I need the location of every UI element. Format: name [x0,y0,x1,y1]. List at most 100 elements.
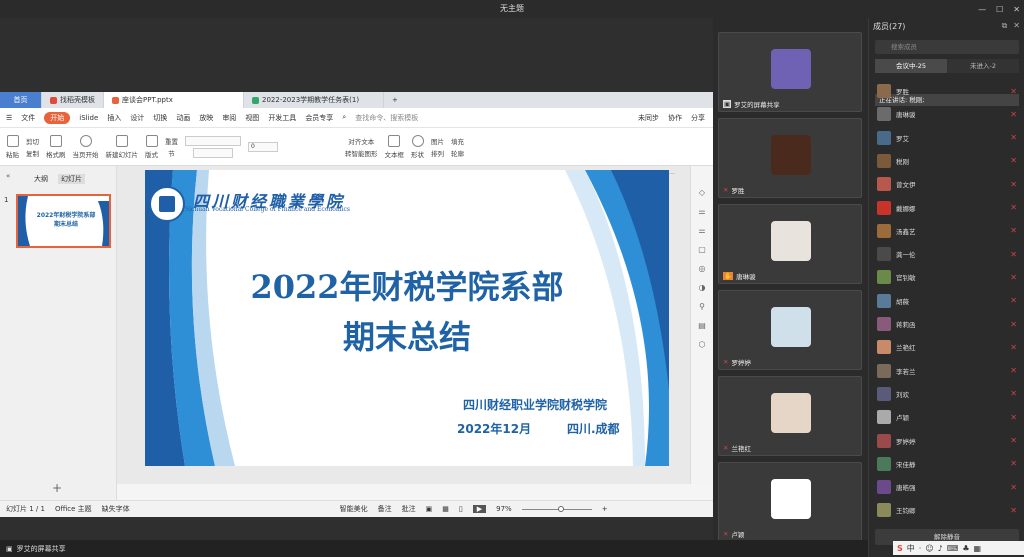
command-search[interactable]: 查找命令、搜索模板 [355,113,418,123]
new-slide-button[interactable]: 新建幻灯片 [106,134,138,159]
menu-insert[interactable]: 插入 [107,113,121,123]
menu-review[interactable]: 审阅 [222,113,236,123]
tab-home[interactable]: 首页 [0,92,42,108]
member-row[interactable]: 蒋莉函 ✕ [877,315,1017,333]
mic-icon[interactable]: ♪ [938,544,943,553]
tool-icon-2[interactable]: ⚌ [698,207,705,216]
zoom-slider[interactable] [521,505,592,512]
beautify-button[interactable]: 智能美化 [340,504,368,514]
member-row[interactable]: 宋佳静 ✕ [877,455,1017,473]
menu-slideshow[interactable]: 放映 [199,113,213,123]
video-tile[interactable]: ▣ 罗艾的屏幕共享 [718,32,862,112]
menu-design[interactable]: 设计 [130,113,144,123]
font-size-input[interactable]: 0 [248,141,278,152]
member-row[interactable]: 李若兰 ✕ [877,362,1017,380]
reset-button[interactable]: 重置节 [165,136,178,158]
mic-muted-icon[interactable]: ✕ [1010,320,1017,329]
mic-muted-icon[interactable]: ✕ [1010,483,1017,492]
font-selector[interactable] [185,135,241,158]
collaborate-button[interactable]: 协作 [668,113,682,123]
mic-muted-icon[interactable]: ✕ [1010,366,1017,375]
tab-in-meeting[interactable]: 会议中-25 [875,59,947,73]
mic-muted-icon[interactable]: ✕ [1010,273,1017,282]
member-row[interactable]: 罗胜 ✕ [877,82,1017,100]
menu-file[interactable]: 文件 [21,113,35,123]
smile-icon[interactable]: ☺ [925,544,933,553]
shape-button[interactable]: 形状 [411,134,424,159]
mic-muted-icon[interactable]: ✕ [1010,296,1017,305]
mic-muted-icon[interactable]: ✕ [1010,133,1017,142]
member-row[interactable]: 罗婷婷 ✕ [877,432,1017,450]
mic-muted-icon[interactable]: ✕ [1010,459,1017,468]
tab-pptx[interactable]: 座谈会PPT.pptx [104,92,244,108]
video-tile[interactable]: ✕ 兰艳红 [718,376,862,456]
maximize-icon[interactable]: ☐ [996,5,1003,14]
member-row[interactable]: 唐琳骏 ✕ [877,105,1017,123]
menu-transition[interactable]: 切换 [153,113,167,123]
align-text-button[interactable]: 对齐文本 转智能图形 [345,136,378,158]
new-tab-button[interactable]: + [384,92,406,108]
video-tile[interactable]: ✕ 卢颖 [718,462,862,542]
video-tile[interactable]: ✕ 罗胜 [718,118,862,198]
menu-member[interactable]: 会员专享 [305,113,333,123]
member-row[interactable]: 曾文伊 ✕ [877,175,1017,193]
mic-muted-icon[interactable]: ✕ [1010,203,1017,212]
close-icon[interactable]: ✕ [1013,21,1020,31]
mic-muted-icon[interactable]: ✕ [1010,87,1017,96]
mic-muted-icon[interactable]: ✕ [1010,506,1017,515]
add-slide-icon[interactable]: + [52,481,62,495]
member-row[interactable]: 罗艾 ✕ [877,129,1017,147]
tab-spreadsheet[interactable]: 2022-2023学期教学任务表(1) [244,92,384,108]
grid-icon[interactable]: ▦ [973,544,981,553]
view-reading-icon[interactable]: ▯ [459,505,463,513]
menu-view[interactable]: 视图 [245,113,259,123]
member-row[interactable]: 刘欢 ✕ [877,385,1017,403]
sync-status[interactable]: 未同步 [638,113,659,123]
video-tile[interactable]: ✋ 唐琳骏 [718,204,862,284]
punct-icon[interactable]: · [919,544,922,553]
menu-developer[interactable]: 开发工具 [268,113,296,123]
zoom-in-icon[interactable]: + [602,505,608,513]
mic-muted-icon[interactable]: ✕ [1010,156,1017,165]
tool-icon-8[interactable]: ▤ [698,321,706,330]
minimize-icon[interactable]: — [978,5,986,14]
tool-icon-9[interactable]: ⬡ [699,340,706,349]
paste-button[interactable]: 粘贴 [6,134,19,159]
play-current-button[interactable]: 当页开始 [73,134,99,159]
mic-muted-icon[interactable]: ✕ [1010,413,1017,422]
tool-icon-1[interactable]: ◇ [699,188,705,197]
tab-not-joined[interactable]: 未进入-2 [947,59,1019,73]
format-painter-button[interactable]: 格式刷 [46,134,66,159]
mic-muted-icon[interactable]: ✕ [1010,250,1017,259]
member-row[interactable]: 卢颖 ✕ [877,408,1017,426]
mic-muted-icon[interactable]: ✕ [1010,343,1017,352]
tool-icon-6[interactable]: ◑ [699,283,706,292]
comment-button[interactable]: 批注 [402,504,416,514]
tool-icon-7[interactable]: ⚲ [699,302,705,311]
tool-icon-5[interactable]: ◎ [699,264,706,273]
missing-font-button[interactable]: 缺失字体 [102,504,130,514]
ime-cn-icon[interactable]: 中 [907,543,915,554]
tool-icon-3[interactable]: ⚌ [698,226,705,235]
tab-outline[interactable]: 大纲 [34,174,48,184]
member-row[interactable]: 唐皓强 ✕ [877,478,1017,496]
hamburger-icon[interactable]: ☰ [6,114,12,122]
fill-button[interactable]: 填充 轮廓 [451,136,464,158]
member-row[interactable]: 王钧卿 ✕ [877,501,1017,519]
video-tile[interactable]: ✕ 罗婷婷 [718,290,862,370]
view-grid-icon[interactable]: ▦ [442,505,449,513]
menu-start[interactable]: 开始 [44,111,71,124]
collapse-panel-icon[interactable]: « [6,172,10,180]
share-button[interactable]: 分享 [691,113,713,123]
menu-islide[interactable]: iSlide [79,114,98,122]
arrange-button[interactable]: 图片 排列 [431,136,444,158]
ime-icon[interactable]: S [897,544,903,553]
mic-muted-icon[interactable]: ✕ [1010,436,1017,445]
member-row[interactable]: 汤鑫艺 ✕ [877,222,1017,240]
view-normal-icon[interactable]: ▣ [426,505,433,513]
member-row[interactable]: 胡薇 ✕ [877,292,1017,310]
menu-animation[interactable]: 动画 [176,113,190,123]
member-row[interactable]: 龚一伦 ✕ [877,245,1017,263]
tool-icon-4[interactable]: ▢ [698,245,706,254]
member-row[interactable]: 官钊敏 ✕ [877,268,1017,286]
